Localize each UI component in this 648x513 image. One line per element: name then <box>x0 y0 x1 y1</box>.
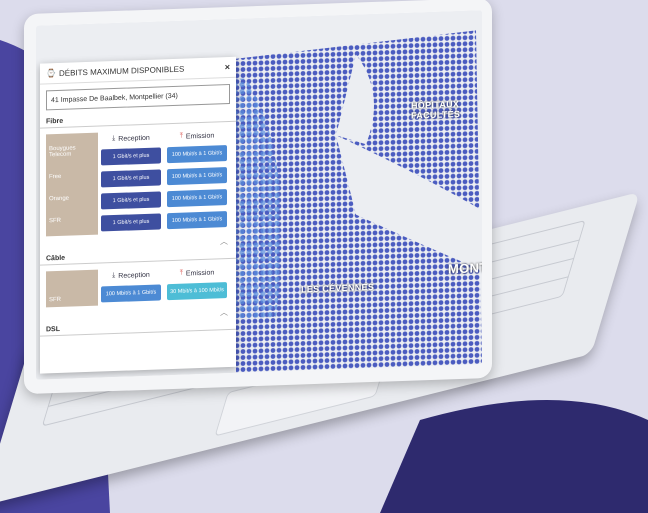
speed-button[interactable]: 1 Gbit/s et plus <box>101 213 161 232</box>
upload-icon: ⤒ <box>179 269 183 277</box>
reception-header: Reception <box>118 134 150 143</box>
operator-label: Orange <box>49 195 70 203</box>
section-title-fibre: Fibre <box>40 109 236 129</box>
upload-icon: ⤒ <box>179 132 183 140</box>
speed-button[interactable]: 100 Mbit/s à 1 Gbit/s <box>167 167 227 186</box>
laptop: HÔPITAUX FACULTÉS LES CÉVENNES MONT ⌚ DÉ… <box>0 0 648 513</box>
speed-button[interactable]: 100 Mbit/s à 1 Gbit/s <box>167 145 227 164</box>
fibre-reception-column: ⤓ Reception 1 Gbit/s et plus 1 Gbit/s et … <box>98 130 164 234</box>
cable-emission-column: ⤒ Emission 30 Mbit/s à 100 Mbit/s <box>164 265 230 303</box>
speed-icon: ⌚ <box>46 68 56 78</box>
speed-button[interactable]: 100 Mbit/s à 1 Gbit/s <box>167 189 227 208</box>
cable-reception-column: ⤓ Reception 100 Mbit/s à 1 Gbit/s <box>98 267 164 305</box>
speed-button[interactable]: 100 Mbit/s à 1 Gbit/s <box>167 211 227 230</box>
map-label-hopitaux: HÔPITAUX FACULTÉS <box>411 98 461 121</box>
fibre-emission-column: ⤒ Emission 100 Mbit/s à 1 Gbit/s 100 Mbit… <box>164 128 230 232</box>
cable-operators: SFR <box>46 269 98 308</box>
speed-button[interactable]: 30 Mbit/s à 100 Mbit/s <box>167 282 227 301</box>
emission-header: Emission <box>185 132 215 141</box>
screen-content: HÔPITAUX FACULTÉS LES CÉVENNES MONT ⌚ DÉ… <box>36 10 482 380</box>
speed-button[interactable]: 1 Gbit/s et plus <box>101 147 161 166</box>
operator-label: Bouygues Telecom <box>49 145 76 159</box>
address-value: 41 Impasse De Baalbek, Montpellier (34) <box>51 92 178 104</box>
download-icon: ⤓ <box>112 271 116 280</box>
speed-button[interactable]: 1 Gbit/s et plus <box>101 169 161 188</box>
emission-header: Emission <box>185 269 215 278</box>
cable-grid: SFR ⤓ Reception 100 Mbit/s à 1 Gbit/s ⤒ Em… <box>46 265 230 308</box>
speed-button[interactable]: 1 Gbit/s et plus <box>101 191 161 210</box>
operator-label: Free <box>49 173 62 181</box>
operator-label: SFR <box>49 296 61 304</box>
bandwidth-panel: ⌚ DÉBITS MAXIMUM DISPONIBLES × 41 Impass… <box>40 56 236 374</box>
address-field[interactable]: 41 Impasse De Baalbek, Montpellier (34) <box>46 83 230 111</box>
laptop-screen: HÔPITAUX FACULTÉS LES CÉVENNES MONT ⌚ DÉ… <box>24 0 492 395</box>
fibre-grid: Bouygues Telecom Free Orange SFR ⤓ Recept… <box>46 128 230 237</box>
fibre-operators: Bouygues Telecom Free Orange SFR <box>46 132 98 237</box>
close-icon[interactable]: × <box>225 62 230 72</box>
map-label-mont: MONT <box>448 259 482 277</box>
speed-button[interactable]: 100 Mbit/s à 1 Gbit/s <box>101 284 161 303</box>
reception-header: Reception <box>118 271 150 280</box>
download-icon: ⤓ <box>112 134 116 143</box>
operator-label: SFR <box>49 217 61 225</box>
panel-title: DÉBITS MAXIMUM DISPONIBLES <box>58 64 185 78</box>
